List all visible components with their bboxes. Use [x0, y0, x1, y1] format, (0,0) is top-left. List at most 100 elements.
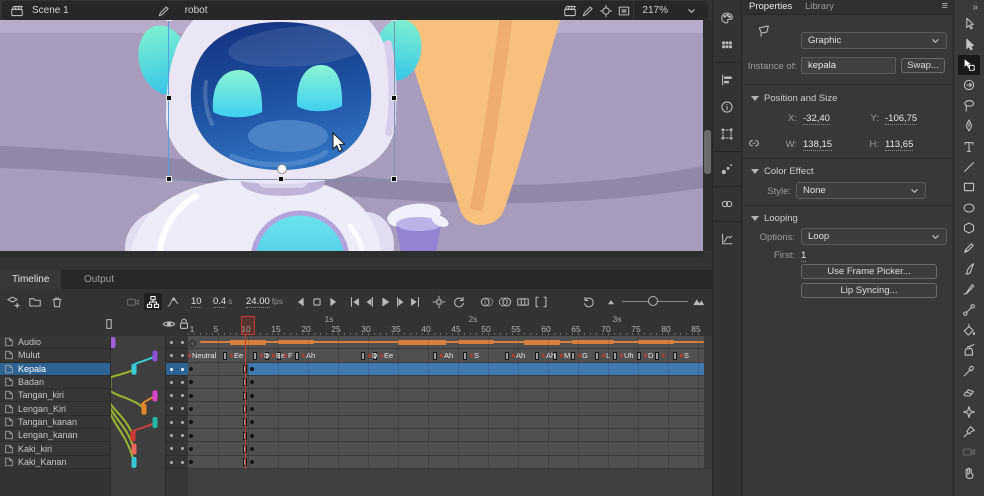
layer-eye-lock-row[interactable]	[166, 416, 189, 429]
collapse-panel-icon[interactable]: »	[972, 2, 978, 14]
clip-content-button[interactable]	[615, 3, 633, 19]
oval-tool[interactable]	[958, 198, 980, 218]
layer-eye-lock-row[interactable]	[166, 349, 189, 362]
breadcrumb-symbol[interactable]: robot	[185, 5, 208, 16]
visibility-dot[interactable]	[170, 421, 173, 424]
new-layer-button[interactable]	[4, 293, 22, 310]
rectangle-tool[interactable]	[958, 177, 980, 197]
chevron-down-icon[interactable]	[682, 3, 700, 19]
enlarge-frames-button[interactable]	[690, 293, 708, 310]
height-value[interactable]: 113,65	[885, 139, 913, 151]
visibility-dot[interactable]	[170, 354, 173, 357]
frame-row-lengan_kiri[interactable]	[188, 402, 704, 415]
frame-row-tangan_kanan[interactable]	[188, 416, 704, 429]
section-position-and-size[interactable]: Position and Size	[751, 93, 837, 104]
ink-bottle-tool[interactable]	[958, 340, 980, 360]
layer-eye-lock-row[interactable]	[166, 402, 189, 415]
eraser-tool[interactable]	[958, 381, 980, 401]
layer-eye-lock-row[interactable]	[166, 429, 189, 442]
subselection-tool[interactable]	[958, 34, 980, 54]
current-frame-counter[interactable]: 10	[191, 296, 202, 307]
tab-output[interactable]: Output	[72, 270, 126, 289]
lock-dot[interactable]	[181, 407, 184, 410]
collapse-triangle-icon[interactable]	[751, 96, 759, 101]
tab-timeline[interactable]: Timeline	[0, 270, 61, 289]
visibility-dot[interactable]	[170, 381, 173, 384]
panel-menu-icon[interactable]: ≡	[942, 0, 948, 12]
collapse-triangle-icon[interactable]	[751, 169, 759, 174]
free-transform-tool[interactable]	[958, 55, 980, 75]
frame-rate-counter[interactable]: 24.00 fps	[246, 296, 283, 307]
modify-markers-button[interactable]	[532, 293, 550, 310]
visibility-dot[interactable]	[170, 434, 173, 437]
layer-row-badan[interactable]: Badan	[0, 376, 110, 389]
visibility-dot[interactable]	[170, 394, 173, 397]
lock-dot[interactable]	[181, 434, 184, 437]
layer-row-lengan_kanan[interactable]: Lengan_kanan	[0, 429, 110, 442]
y-value[interactable]: -106,75	[885, 113, 917, 125]
elapsed-time-counter[interactable]: 0.4 s	[213, 296, 232, 307]
swatches-panel-icon[interactable]	[715, 33, 739, 57]
layer-eye-lock-row[interactable]	[166, 442, 189, 455]
layer-eye-lock-row[interactable]	[166, 336, 189, 349]
layer-row-mulut[interactable]: Mulut	[0, 349, 110, 362]
pencil-tool[interactable]	[958, 238, 980, 258]
layer-eye-lock-row[interactable]	[166, 456, 189, 469]
transform-handle[interactable]	[278, 176, 284, 182]
layer-row-tangan_kanan[interactable]: Tangan_kanan	[0, 416, 110, 429]
transform-handle[interactable]	[391, 176, 397, 182]
parent-view-button[interactable]	[144, 293, 162, 310]
lock-dot[interactable]	[181, 341, 184, 344]
selection-tool[interactable]	[958, 14, 980, 34]
color-panel-icon[interactable]	[715, 6, 739, 30]
stage-horizontal-scrollbar[interactable]	[0, 251, 703, 258]
constrain-proportions-icon[interactable]	[747, 136, 761, 150]
loop-options-dropdown[interactable]: Loop	[801, 228, 947, 245]
paint-bucket-tool[interactable]	[958, 320, 980, 340]
layer-row-audio[interactable]: Audio	[0, 336, 110, 349]
lock-dot[interactable]	[181, 381, 184, 384]
frames-grid[interactable]: NeutralEeDEeFAhDEeAhSAhAhMGLUhDS	[188, 336, 712, 469]
lock-dot[interactable]	[181, 368, 184, 371]
lock-dot[interactable]	[181, 461, 184, 464]
frame-row-lengan_kanan[interactable]	[188, 429, 704, 442]
paint-brush-tool[interactable]	[958, 259, 980, 279]
shrink-frames-button[interactable]	[602, 293, 620, 310]
text-tool[interactable]	[958, 136, 980, 156]
visibility-dot[interactable]	[170, 461, 173, 464]
layer-eye-lock-row[interactable]	[166, 389, 189, 402]
layer-eye-lock-row[interactable]	[166, 376, 189, 389]
use-frame-picker-button[interactable]: Use Frame Picker...	[801, 264, 937, 279]
line-tool[interactable]	[958, 157, 980, 177]
playhead[interactable]	[241, 316, 255, 335]
frame-row-badan[interactable]	[188, 376, 704, 389]
transform-handle[interactable]	[166, 176, 172, 182]
lock-dot[interactable]	[181, 447, 184, 450]
brush-library-panel-icon[interactable]	[715, 157, 739, 181]
classic-brush-tool[interactable]	[958, 279, 980, 299]
cc-libraries-panel-icon[interactable]	[715, 192, 739, 216]
transform-panel-icon[interactable]	[715, 122, 739, 146]
layer-row-kaki_kiri[interactable]: Kaki_kiri	[0, 442, 110, 455]
asset-warp-tool[interactable]	[958, 401, 980, 421]
lip-syncing-button[interactable]: Lip Syncing...	[801, 283, 937, 298]
zoom-control[interactable]: 217%	[633, 1, 708, 20]
pen-tool[interactable]	[958, 116, 980, 136]
width-value[interactable]: 138,15	[803, 139, 832, 151]
pin-tool[interactable]	[958, 422, 980, 442]
visibility-column-icon[interactable]	[162, 317, 176, 331]
clip-menu-icon[interactable]	[561, 3, 579, 19]
layer-row-kepala[interactable]: Kepala	[0, 363, 110, 376]
reset-timeline-zoom-button[interactable]	[580, 293, 598, 310]
center-frame-button[interactable]	[430, 293, 448, 310]
next-frame-button[interactable]	[324, 293, 342, 310]
frame-row-kepala[interactable]	[188, 363, 704, 376]
center-stage-button[interactable]	[597, 3, 615, 19]
tab-properties[interactable]: Properties	[749, 1, 792, 12]
selected-frame-span[interactable]	[248, 363, 704, 375]
visibility-dot[interactable]	[170, 368, 173, 371]
align-panel-icon[interactable]	[715, 68, 739, 92]
instance-name-field[interactable]: kepala	[801, 57, 896, 74]
transform-handle[interactable]	[166, 95, 172, 101]
lock-dot[interactable]	[181, 394, 184, 397]
